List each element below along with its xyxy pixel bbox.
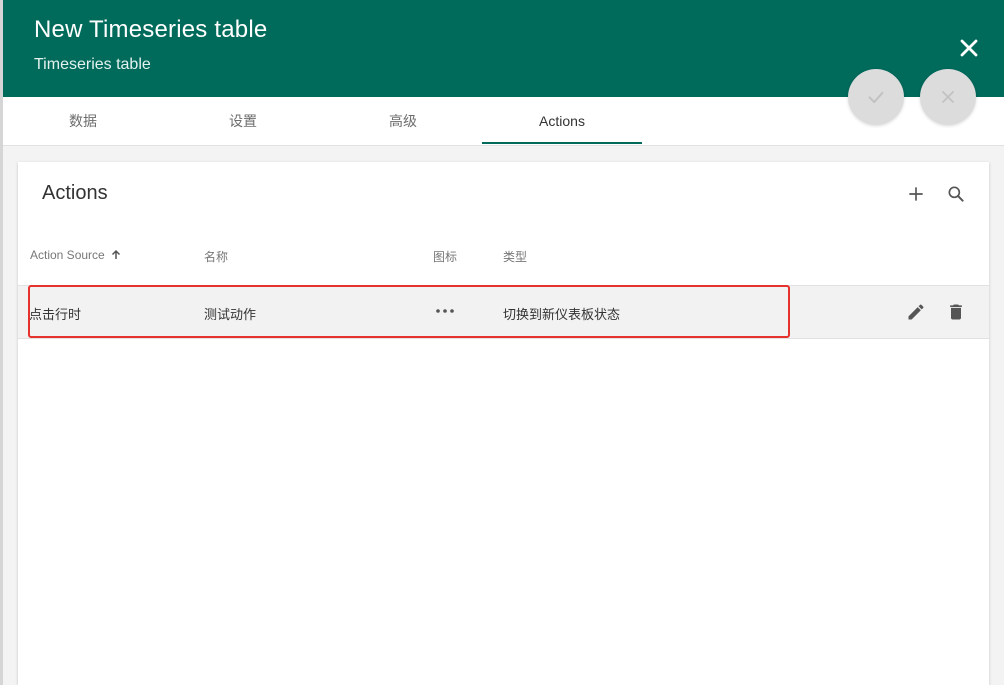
tab-actions-label: Actions — [539, 113, 585, 129]
tab-actions[interactable]: Actions — [482, 97, 642, 145]
tab-settings[interactable]: 设置 — [163, 97, 323, 145]
close-dialog-button[interactable] — [955, 34, 983, 62]
arrow-up-icon — [111, 249, 120, 259]
discard-button[interactable] — [920, 69, 976, 125]
tab-data-label: 数据 — [69, 113, 97, 129]
delete-action-button[interactable] — [941, 297, 971, 327]
column-header-type[interactable]: 类型 — [503, 248, 527, 265]
column-header-icon-label: 图标 — [433, 250, 458, 264]
apply-button[interactable] — [848, 69, 904, 125]
plus-icon — [909, 187, 923, 201]
more-horiz-icon — [434, 303, 456, 324]
tab-advanced-label: 高级 — [389, 113, 417, 129]
cell-type: 切换到新仪表板状态 — [503, 307, 621, 322]
table-row[interactable]: 点击行时 测试动作 切换到新仪表板状态 — [18, 285, 989, 339]
dialog-title: New Timeseries table — [34, 16, 268, 43]
add-action-button[interactable] — [901, 179, 931, 209]
close-icon — [942, 91, 954, 103]
column-header-name[interactable]: 名称 — [204, 248, 228, 265]
column-header-action-source-label: Action Source — [30, 248, 105, 262]
column-header-icon[interactable]: 图标 — [433, 248, 457, 265]
trash-icon — [950, 304, 962, 320]
check-icon — [868, 91, 884, 104]
cell-action-source: 点击行时 — [29, 307, 82, 322]
active-tab-indicator — [482, 142, 642, 144]
tab-settings-label: 设置 — [229, 113, 257, 129]
search-icon — [948, 186, 964, 202]
cell-name: 测试动作 — [204, 307, 257, 322]
search-actions-button[interactable] — [941, 179, 971, 209]
edit-action-button[interactable] — [901, 297, 931, 327]
actions-title: Actions — [42, 182, 108, 204]
actions-card: Actions Action Source 名称 图标 类型 点击行时 测试动作 — [18, 162, 989, 685]
column-header-name-label: 名称 — [204, 250, 229, 264]
close-icon — [960, 39, 978, 57]
dialog-subtitle: Timeseries table — [34, 56, 151, 73]
column-header-action-source[interactable]: Action Source — [30, 248, 122, 262]
tab-data[interactable]: 数据 — [3, 97, 163, 145]
column-header-type-label: 类型 — [503, 250, 528, 264]
pencil-icon — [908, 304, 924, 320]
tab-advanced[interactable]: 高级 — [323, 97, 483, 145]
